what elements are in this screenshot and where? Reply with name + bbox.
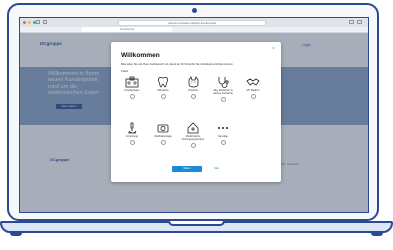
welcome-modal: × Willkommen Bitte teilen Sie uns Ihren … — [111, 42, 281, 182]
option-sonstige[interactable]: Sonstige — [210, 122, 236, 145]
option-tieraerzte[interactable]: Tierärzte — [180, 76, 206, 99]
laptop-foot — [371, 233, 383, 236]
address-bar[interactable]: www.zimmerwelten.de/login-kundenportal — [118, 19, 266, 26]
option-krankenhaus[interactable]: Krankenhaus — [119, 76, 145, 99]
option-radio[interactable] — [190, 142, 196, 148]
option-label: Tierärzte — [188, 89, 198, 92]
handshake-icon — [246, 78, 260, 86]
laptop-notch — [168, 221, 225, 226]
webcam-icon — [192, 8, 197, 13]
hospital-icon — [125, 76, 139, 88]
microscope-icon — [128, 122, 137, 134]
tooth-icon — [158, 76, 168, 88]
minimize-window-icon[interactable] — [28, 21, 31, 24]
skip-link[interactable]: Skip — [214, 167, 219, 170]
dog-icon — [188, 76, 199, 88]
category-label: Praxis — [121, 70, 129, 73]
laptop-mockup: www.zimmerwelten.de/login-kundenportal K… — [0, 0, 393, 250]
option-label: Krankenhaus — [124, 89, 140, 92]
option-forschung[interactable]: Forschung — [119, 122, 145, 145]
option-mt-medizin[interactable]: MT Medizin — [240, 76, 266, 99]
lens-icon — [157, 124, 169, 133]
option-radio[interactable] — [160, 93, 166, 99]
option-label: Zahnärzte — [157, 89, 169, 92]
continue-button[interactable]: Weiter — [172, 166, 202, 172]
option-radio[interactable] — [220, 96, 226, 102]
option-label: Ophthalmologie — [154, 135, 172, 138]
option-zahnaerzte[interactable]: Zahnärzte — [150, 76, 176, 99]
option-label: Allg. Medizinier & weitere Fachärzte — [213, 89, 233, 95]
option-label: Sonstige — [218, 135, 228, 138]
option-radio[interactable] — [160, 139, 166, 145]
home-care-icon — [187, 122, 199, 134]
modal-subtitle: Bitte teilen Sie uns Ihren Fachbereich m… — [121, 63, 234, 66]
laptop-screen: www.zimmerwelten.de/login-kundenportal K… — [19, 17, 369, 213]
option-allgemeinmedizin[interactable]: Allg. Medizinier & weitere Fachärzte — [210, 76, 236, 102]
close-icon[interactable]: × — [272, 47, 275, 52]
option-radio[interactable] — [190, 93, 196, 99]
option-radio[interactable] — [220, 139, 226, 145]
forward-icon[interactable] — [43, 20, 47, 24]
tab-kundenportal[interactable]: Kundenportal — [82, 27, 172, 32]
option-label: Forschung — [126, 135, 138, 138]
browser-nav — [36, 20, 47, 24]
browser-extensions — [349, 20, 362, 24]
option-mvz[interactable]: Medizinische Versorgungszentren — [180, 122, 206, 148]
option-label: Medizinische Versorgungszentren — [181, 135, 205, 141]
back-icon[interactable] — [36, 20, 40, 24]
window-controls — [23, 21, 36, 24]
option-label: MT Medizin — [246, 89, 260, 92]
option-radio[interactable] — [129, 139, 135, 145]
close-window-icon[interactable] — [23, 21, 26, 24]
option-radio[interactable] — [250, 93, 256, 99]
laptop-foot — [10, 233, 22, 236]
option-radio[interactable] — [129, 93, 135, 99]
modal-title: Willkommen — [121, 52, 160, 59]
stethoscope-icon — [218, 77, 229, 88]
tabs-icon[interactable] — [357, 20, 362, 24]
share-icon[interactable] — [349, 20, 354, 24]
option-ophthalmologie[interactable]: Ophthalmologie — [150, 122, 176, 145]
more-icon — [218, 127, 228, 129]
